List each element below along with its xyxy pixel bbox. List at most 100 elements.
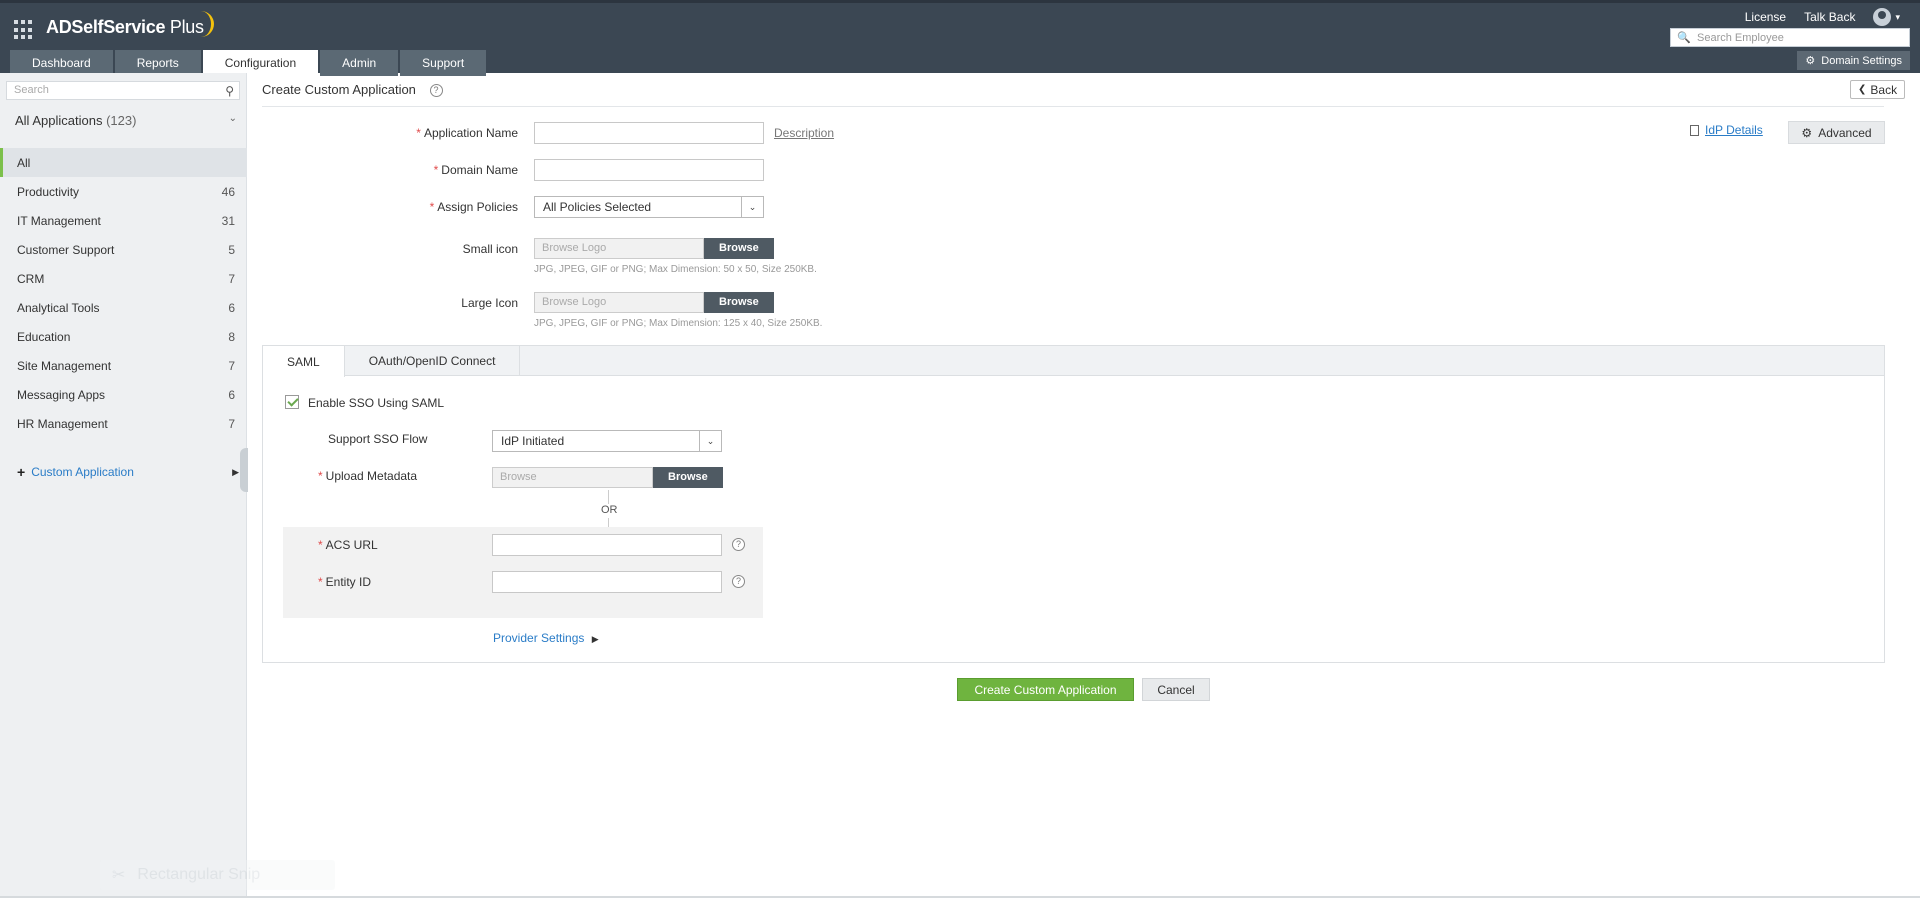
tab-admin[interactable]: Admin: [320, 50, 399, 76]
tab-oauth-openid[interactable]: OAuth/OpenID Connect: [345, 346, 521, 376]
help-icon[interactable]: ?: [732, 575, 745, 588]
sidebar-item-count: 31: [221, 213, 235, 228]
large-icon-browse-button[interactable]: Browse: [704, 292, 774, 313]
domain-settings-button[interactable]: ⚙ Domain Settings: [1797, 51, 1910, 70]
category-list: All Productivity 46 IT Management 31 Cus…: [0, 148, 247, 438]
sidebar-item-messaging-apps[interactable]: Messaging Apps 6: [0, 380, 247, 409]
domain-settings-label: Domain Settings: [1821, 54, 1902, 67]
sidebar-item-label: Messaging Apps: [17, 387, 106, 402]
sidebar-item-education[interactable]: Education 8: [0, 322, 247, 351]
back-button[interactable]: ❮ Back: [1850, 80, 1906, 99]
enable-sso-label: Enable SSO Using SAML: [308, 396, 445, 410]
sidebar-item-hr-management[interactable]: HR Management 7: [0, 409, 247, 438]
assign-policies-value: All Policies Selected: [543, 200, 652, 214]
domain-name-input[interactable]: [534, 159, 764, 181]
large-icon-label: Large Icon: [461, 296, 518, 310]
page-title: Create Custom Application ?: [262, 82, 443, 98]
sidebar-item-label: IT Management: [17, 213, 101, 228]
sidebar-item-label: Customer Support: [17, 242, 115, 257]
idp-details-link[interactable]: IdP Details: [1690, 123, 1763, 137]
tab-saml[interactable]: SAML: [263, 346, 345, 377]
gear-icon: ⚙: [1801, 125, 1813, 140]
acs-url-input[interactable]: [492, 534, 722, 556]
small-icon-browse-button[interactable]: Browse: [704, 238, 774, 259]
small-icon-file-field[interactable]: Browse Logo: [534, 238, 704, 259]
product-logo: ADSelfService Plus: [46, 17, 204, 38]
cancel-button[interactable]: Cancel: [1142, 678, 1210, 701]
manual-config-block: * ACS URL ? * Entity ID ?: [283, 527, 763, 618]
search-icon[interactable]: ⚲: [225, 83, 234, 100]
small-icon-upload: Browse Logo Browse: [534, 238, 774, 259]
chevron-down-icon[interactable]: ▾: [1895, 12, 1900, 23]
metadata-file-field[interactable]: Browse: [492, 467, 653, 488]
sidebar-collapse-handle[interactable]: [240, 448, 248, 492]
assign-policies-label: * Assign Policies: [429, 200, 518, 214]
application-name-input[interactable]: [534, 122, 764, 144]
metadata-browse-button[interactable]: Browse: [653, 467, 723, 488]
rectangular-snip-overlay: ✂ Rectangular Snip: [100, 860, 335, 890]
support-sso-flow-label: Support SSO Flow: [328, 432, 428, 446]
user-avatar-icon[interactable]: [1873, 8, 1892, 26]
advanced-button[interactable]: ⚙ Advanced: [1788, 121, 1885, 144]
sso-flow-select[interactable]: IdP Initiated ⌄: [492, 430, 722, 452]
large-icon-upload: Browse Logo Browse: [534, 292, 774, 313]
all-applications-dropdown[interactable]: All Applications (123) ⌄: [15, 113, 237, 128]
small-icon-hint: JPG, JPEG, GIF or PNG; Max Dimension: 50…: [534, 264, 817, 275]
sidebar-item-count: 5: [228, 242, 235, 257]
license-link[interactable]: License: [1745, 10, 1786, 24]
enable-sso-checkbox[interactable]: [285, 395, 299, 409]
sidebar-item-count: 46: [221, 184, 235, 199]
search-employee-input[interactable]: 🔍 Search Employee: [1670, 28, 1910, 47]
help-icon[interactable]: ?: [732, 538, 745, 551]
sidebar-item-label: Productivity: [17, 184, 80, 199]
sidebar-item-count: 7: [228, 416, 235, 431]
brand-plus: Plus: [169, 17, 204, 37]
app-grid-icon[interactable]: [14, 20, 34, 40]
sso-config-panel: SAML OAuth/OpenID Connect Enable SSO Usi…: [262, 345, 1885, 663]
divider: [262, 106, 1884, 107]
provider-settings-label: Provider Settings: [493, 631, 585, 645]
acs-url-label: * ACS URL: [318, 538, 378, 552]
sidebar-item-label: HR Management: [17, 416, 108, 431]
sidebar-item-it-management[interactable]: IT Management 31: [0, 206, 247, 235]
sidebar-item-analytical-tools[interactable]: Analytical Tools 6: [0, 293, 247, 322]
description-link[interactable]: Description: [774, 126, 834, 140]
document-icon: [1690, 124, 1699, 136]
protocol-tabs: SAML OAuth/OpenID Connect: [263, 346, 1884, 377]
chevron-right-icon: ▶: [232, 466, 239, 477]
sidebar-item-customer-support[interactable]: Customer Support 5: [0, 235, 247, 264]
sidebar-item-count: 7: [228, 358, 235, 373]
upload-metadata-label: * Upload Metadata: [318, 469, 418, 483]
plus-icon: +: [17, 464, 26, 480]
sidebar-search-input[interactable]: Search ⚲: [6, 81, 240, 100]
custom-application-label: Custom Application: [31, 465, 134, 479]
snip-label: Rectangular Snip: [137, 866, 261, 883]
advanced-label: Advanced: [1818, 125, 1872, 140]
entity-id-input[interactable]: [492, 571, 722, 593]
sidebar-item-crm[interactable]: CRM 7: [0, 264, 247, 293]
sidebar-item-site-management[interactable]: Site Management 7: [0, 351, 247, 380]
provider-settings-link[interactable]: Provider Settings ▶: [493, 631, 599, 645]
domain-name-label: * Domain Name: [433, 163, 518, 177]
sidebar-item-count: 6: [228, 387, 235, 402]
create-custom-application-button[interactable]: Create Custom Application: [957, 678, 1134, 701]
small-icon-label: Small icon: [462, 242, 518, 256]
sidebar-item-label: Site Management: [17, 358, 112, 373]
logo-swoosh-icon: [200, 11, 214, 37]
page-title-text: Create Custom Application: [262, 82, 416, 97]
sidebar-item-count: 8: [228, 329, 235, 344]
sidebar-item-all[interactable]: All: [0, 148, 247, 177]
sidebar-item-count: 6: [228, 300, 235, 315]
sidebar-item-productivity[interactable]: Productivity 46: [0, 177, 247, 206]
sidebar-item-label: All: [17, 155, 31, 170]
tab-support[interactable]: Support: [400, 50, 487, 76]
search-icon: 🔍: [1677, 32, 1691, 44]
sidebar-search-placeholder: Search: [14, 84, 49, 96]
talk-back-link[interactable]: Talk Back: [1804, 10, 1855, 24]
custom-application-link[interactable]: + Custom Application ▶: [17, 464, 239, 480]
assign-policies-select[interactable]: All Policies Selected ⌄: [534, 196, 764, 218]
large-icon-file-field[interactable]: Browse Logo: [534, 292, 704, 313]
chevron-down-icon: ⌄: [741, 197, 763, 217]
help-icon[interactable]: ?: [429, 84, 443, 98]
application-name-label: * Application Name: [416, 126, 518, 140]
